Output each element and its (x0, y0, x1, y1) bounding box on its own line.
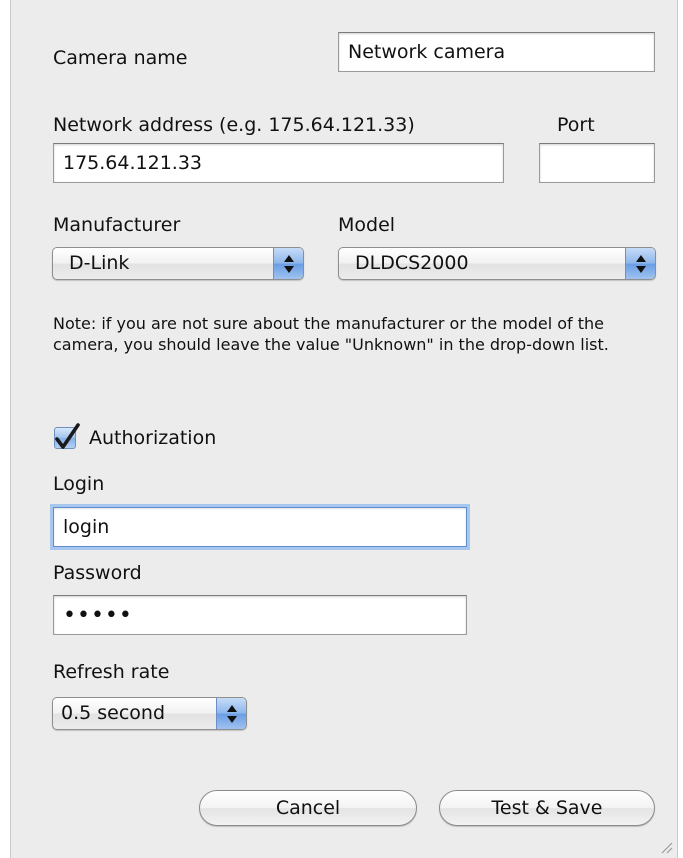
network-address-input[interactable] (53, 143, 504, 183)
port-label: Port (557, 114, 595, 136)
cancel-button[interactable]: Cancel (199, 790, 417, 826)
login-label: Login (53, 473, 105, 495)
manufacturer-label: Manufacturer (53, 214, 181, 236)
authorization-checkbox[interactable] (54, 423, 80, 449)
login-input[interactable] (53, 507, 467, 547)
model-label: Model (338, 214, 396, 236)
refresh-rate-label: Refresh rate (53, 661, 170, 683)
up-down-arrows-icon (625, 248, 655, 279)
manufacturer-selected-value: D-Link (69, 252, 130, 274)
checkmark-icon (55, 423, 80, 449)
resize-grip-icon[interactable] (659, 840, 673, 854)
port-input[interactable] (539, 143, 655, 183)
authorization-label: Authorization (89, 427, 217, 449)
refresh-rate-select[interactable]: 0.5 second (52, 697, 247, 730)
model-select[interactable]: DLDCS2000 (338, 247, 656, 280)
model-selected-value: DLDCS2000 (355, 252, 469, 274)
network-address-label: Network address (e.g. 175.64.121.33) (53, 114, 415, 136)
password-label: Password (53, 562, 142, 584)
refresh-rate-selected-value: 0.5 second (61, 702, 166, 724)
test-save-button[interactable]: Test & Save (439, 790, 655, 826)
manufacturer-select[interactable]: D-Link (52, 247, 304, 280)
camera-name-input[interactable] (338, 32, 655, 72)
password-input[interactable] (53, 595, 467, 635)
up-down-arrows-icon (273, 248, 303, 279)
camera-name-label: Camera name (53, 47, 188, 69)
manufacturer-model-note: Note: if you are not sure about the manu… (53, 314, 609, 354)
up-down-arrows-icon (216, 698, 246, 729)
camera-settings-panel: Camera name Network address (e.g. 175.64… (10, 0, 678, 858)
